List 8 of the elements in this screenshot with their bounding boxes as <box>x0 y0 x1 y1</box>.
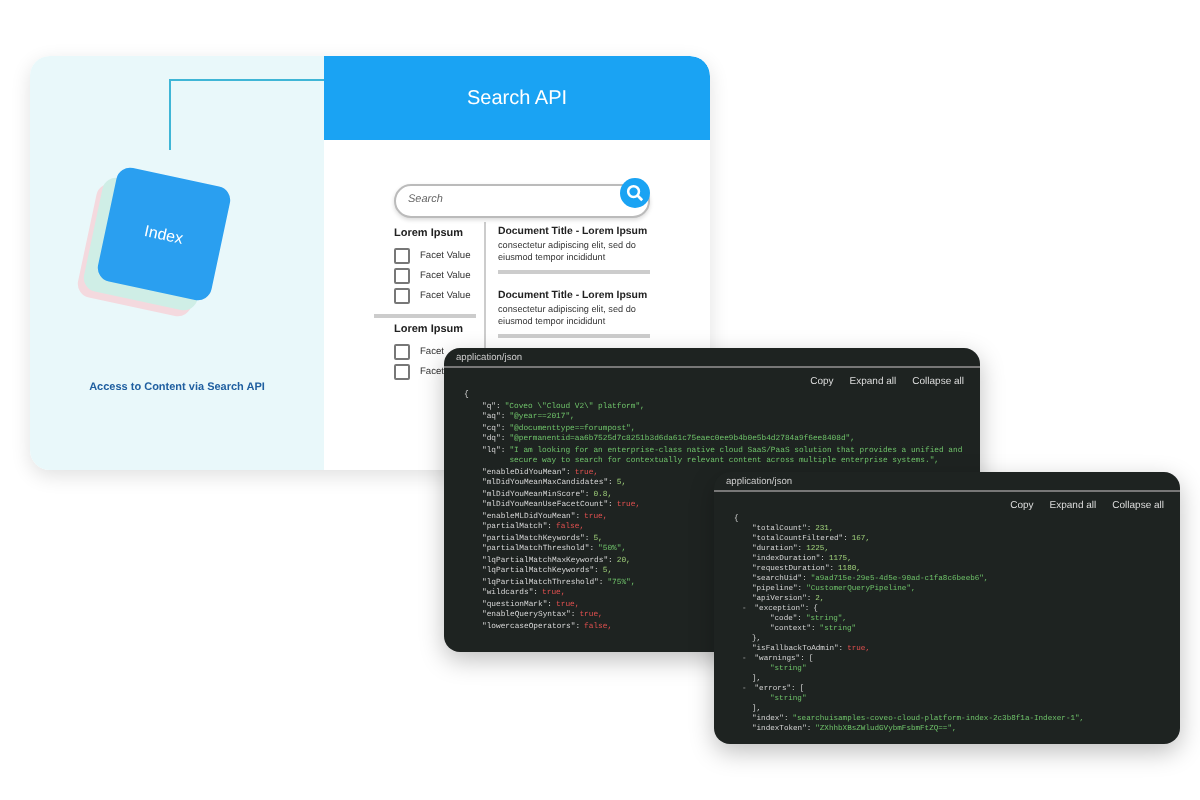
checkbox[interactable] <box>394 344 410 360</box>
checkbox[interactable] <box>394 364 410 380</box>
checkbox[interactable] <box>394 248 410 264</box>
header-title: Search API <box>324 56 710 140</box>
search-button[interactable] <box>620 178 650 208</box>
checkbox[interactable] <box>394 288 410 304</box>
search-icon <box>626 184 644 202</box>
checkbox[interactable] <box>394 268 410 284</box>
